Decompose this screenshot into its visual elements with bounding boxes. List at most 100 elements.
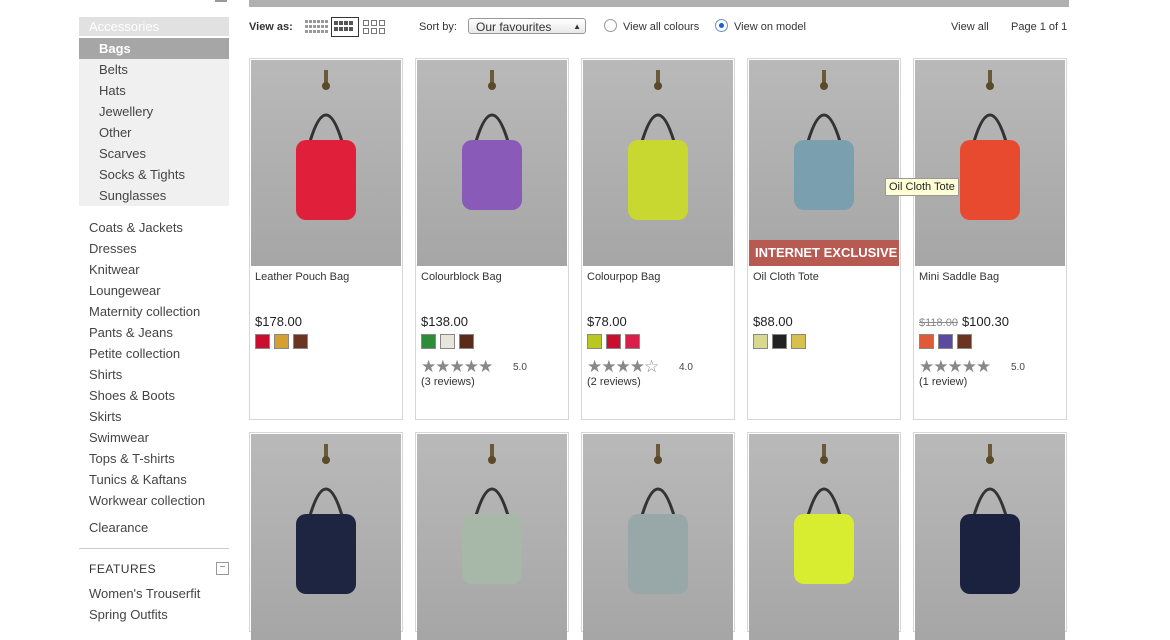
product-price: $118.00 $100.30 [919,314,1009,329]
sidebar-item-workwear[interactable]: Workwear collection [79,490,229,511]
sidebar-item-maternity[interactable]: Maternity collection [79,301,229,322]
colour-swatch[interactable] [625,334,640,349]
product-image [960,444,1020,594]
product-card[interactable]: Colourpop Bag $78.00 ★★★★☆ 4.0 (2 reviews) [581,58,735,420]
rating-value: 5.0 [513,362,527,373]
product-photo[interactable] [583,60,733,266]
colour-swatches [753,334,806,349]
current-price: $100.30 [961,314,1009,329]
features-title: FEATURES [89,562,157,576]
sidebar-item-clearance[interactable]: Clearance [79,517,229,538]
product-card[interactable]: Colourblock Bag $138.00 ★★★★★ 5.0 (3 reviews… [415,58,569,420]
sidebar-item-pants-jeans[interactable]: Pants & Jeans [79,322,229,343]
sort-label: Sort by: [419,21,457,33]
sidebar-item-other[interactable]: Other [79,122,229,143]
product-name[interactable]: Leather Pouch Bag [255,271,349,283]
sidebar-item-scarves[interactable]: Scarves [79,143,229,164]
sidebar-item-sunglasses[interactable]: Sunglasses [79,185,229,206]
features-collapse-button[interactable]: − [216,562,229,575]
sidebar-item-socks-tights[interactable]: Socks & Tights [79,164,229,185]
colour-swatch[interactable] [293,334,308,349]
view-all-colours-label[interactable]: View all colours [623,21,699,33]
colour-swatches [919,334,972,349]
sidebar-item-swimwear[interactable]: Swimwear [79,427,229,448]
rating-value: 5.0 [1011,362,1025,373]
colour-swatch[interactable] [440,334,455,349]
view-all-link[interactable]: View all [951,21,989,33]
reviews-link[interactable]: (2 reviews) [587,376,641,388]
sidebar-item-belts[interactable]: Belts [79,59,229,80]
product-card[interactable]: Mini Saddle Bag $118.00 $100.30 ★★★★★ 5.0 (1 … [913,58,1067,420]
colour-swatch[interactable] [938,334,953,349]
sidebar-item-coats-jackets[interactable]: Coats & Jackets [79,217,229,238]
product-card[interactable] [581,432,735,640]
product-image [462,70,522,210]
sidebar-item-hats[interactable]: Hats [79,80,229,101]
view-on-model-label[interactable]: View on model [734,21,806,33]
product-photo[interactable] [915,60,1065,266]
grid-medium-icon[interactable] [331,17,359,37]
category-list: Coats & Jackets Dresses Knitwear Loungew… [79,217,229,538]
product-price: $88.00 [753,314,793,329]
colour-swatch[interactable] [957,334,972,349]
product-card[interactable] [249,432,403,640]
sidebar-item-bags[interactable]: Bags [79,38,229,59]
product-card[interactable]: Leather Pouch Bag $178.00 [249,58,403,420]
colour-swatch[interactable] [919,334,934,349]
product-photo[interactable] [915,434,1065,640]
colour-swatch[interactable] [255,334,270,349]
colour-swatch[interactable] [421,334,436,349]
reviews-link[interactable]: (1 review) [919,376,967,388]
sidebar-item-skirts[interactable]: Skirts [79,406,229,427]
product-name[interactable]: Mini Saddle Bag [919,271,999,283]
colour-swatch[interactable] [753,334,768,349]
sidebar-item-trouserfit[interactable]: Women's Trouserfit [79,583,229,604]
product-photo[interactable] [251,434,401,640]
reviews-link[interactable]: (3 reviews) [421,376,475,388]
colour-swatches [421,334,474,349]
sidebar-item-shirts[interactable]: Shirts [79,364,229,385]
colour-swatch[interactable] [772,334,787,349]
product-name[interactable]: Colourblock Bag [421,271,502,283]
product-name[interactable]: Colourpop Bag [587,271,660,283]
product-photo[interactable] [417,434,567,640]
product-card[interactable] [747,432,901,640]
product-photo[interactable]: INTERNET EXCLUSIVE [749,60,899,266]
sidebar-item-petite[interactable]: Petite collection [79,343,229,364]
star-rating: ★★★★★ [919,357,991,376]
product-photo[interactable] [417,60,567,266]
colour-swatches [255,334,308,349]
tooltip: Oil Cloth Tote [885,178,959,196]
grid-large-icon[interactable] [363,20,387,34]
product-photo[interactable] [749,434,899,640]
product-photo[interactable] [583,434,733,640]
sort-select[interactable]: Our favourites ▲ [468,18,586,34]
sidebar-item-spring-outfits[interactable]: Spring Outfits [79,604,229,625]
colour-swatch[interactable] [606,334,621,349]
colour-swatch[interactable] [459,334,474,349]
product-name[interactable]: Oil Cloth Tote [753,271,819,283]
product-image [628,70,688,220]
product-card[interactable]: INTERNET EXCLUSIVE Oil Cloth Tote $88.00 [747,58,901,420]
sidebar-item-dresses[interactable]: Dresses [79,238,229,259]
product-card[interactable] [415,432,569,640]
product-photo[interactable] [251,60,401,266]
view-on-model-radio[interactable] [715,19,728,32]
view-all-colours-radio[interactable] [604,19,617,32]
page-info: Page 1 of 1 [1011,21,1068,33]
sidebar-item-tops-tshirts[interactable]: Tops & T-shirts [79,448,229,469]
sidebar-item-tunics-kaftans[interactable]: Tunics & Kaftans [79,469,229,490]
colour-swatch[interactable] [274,334,289,349]
product-image [296,444,356,594]
grid-small-icon[interactable] [305,20,329,34]
colour-swatch[interactable] [791,334,806,349]
sidebar-item-loungewear[interactable]: Loungewear [79,280,229,301]
product-card[interactable] [913,432,1067,640]
sidebar-item-knitwear[interactable]: Knitwear [79,259,229,280]
sidebar-item-shoes-boots[interactable]: Shoes & Boots [79,385,229,406]
original-price: $118.00 [919,317,958,329]
sidebar-section-title[interactable]: Accessories [79,17,229,36]
colour-swatch[interactable] [587,334,602,349]
sidebar-item-jewellery[interactable]: Jewellery [79,101,229,122]
collapse-icon[interactable] [215,0,227,2]
